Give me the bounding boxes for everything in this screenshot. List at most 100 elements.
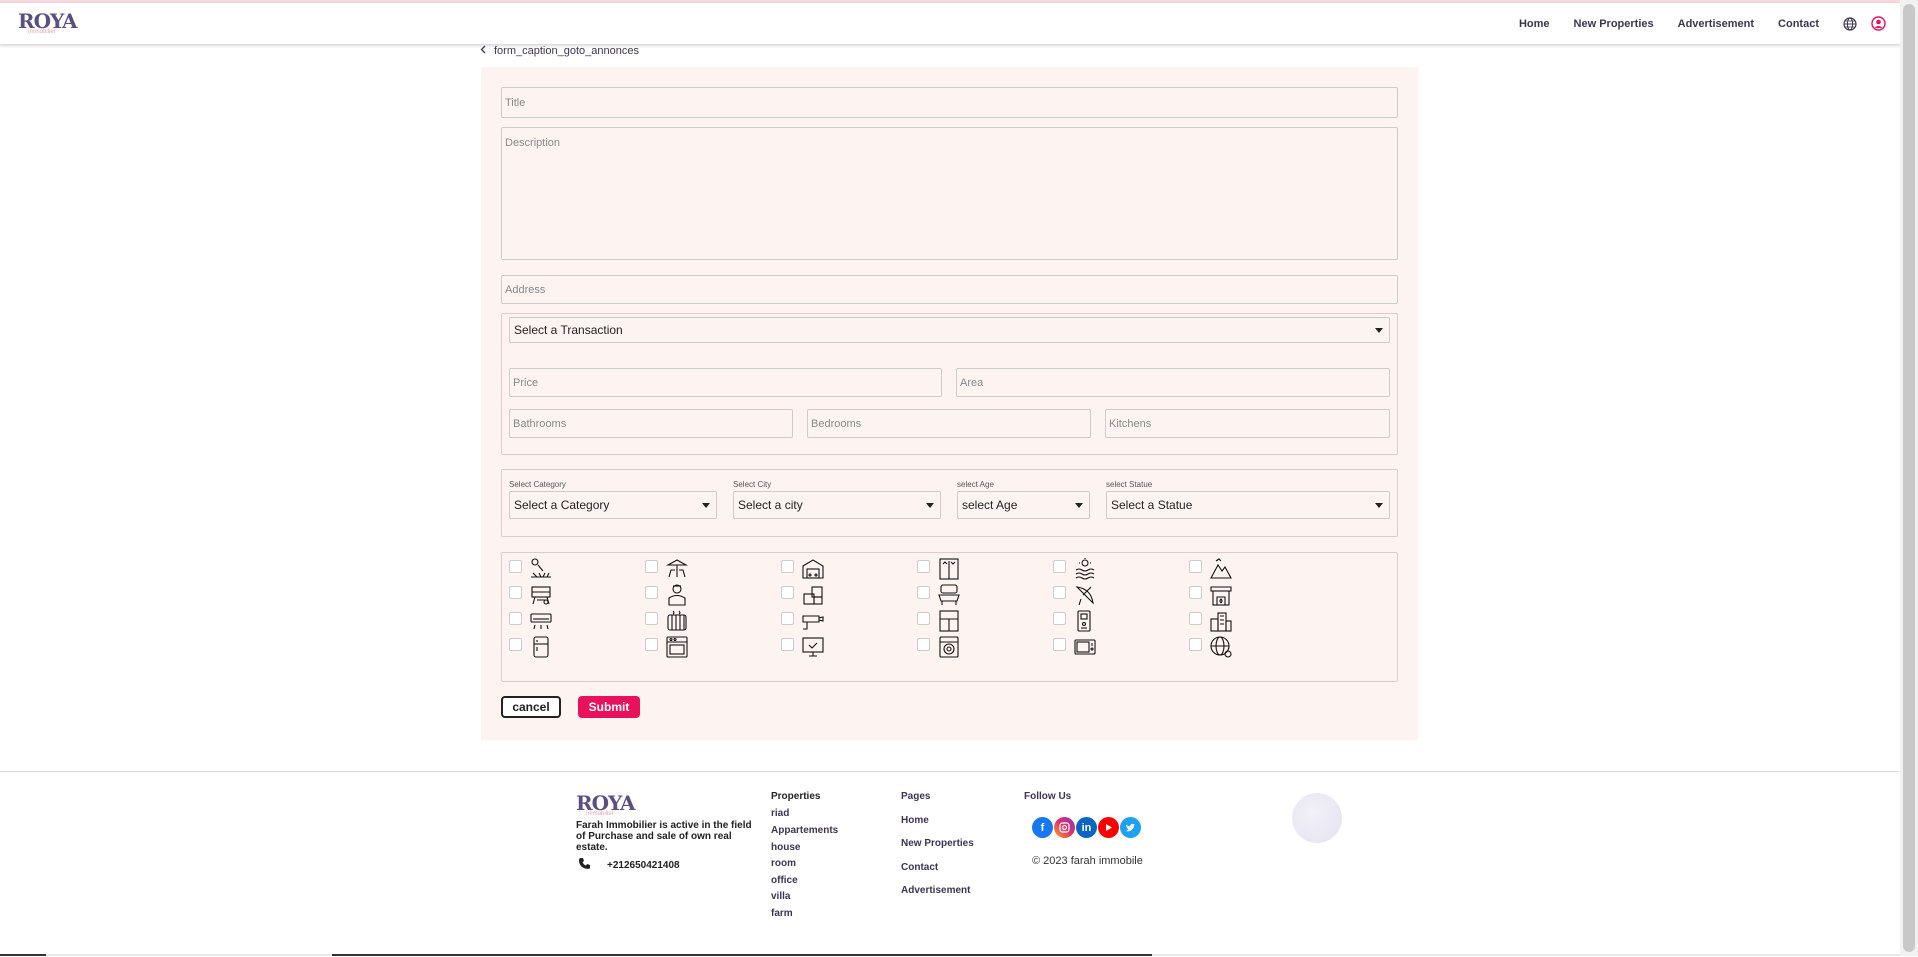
amenity-option[interactable] — [781, 557, 825, 586]
amenity-option[interactable] — [645, 609, 689, 638]
site-logo[interactable]: ROYA Immobilier — [18, 9, 78, 35]
logo-subtext: Immobilier — [28, 29, 56, 35]
globe-icon[interactable] — [1843, 16, 1857, 31]
amenity-option[interactable] — [781, 635, 825, 664]
category-select[interactable]: Select a Category — [509, 491, 717, 519]
amenity-checkbox[interactable] — [645, 638, 658, 651]
amenity-checkbox[interactable] — [645, 612, 658, 625]
address-input[interactable]: Address — [501, 275, 1398, 304]
amenity-option[interactable] — [1189, 635, 1233, 664]
amenity-option[interactable] — [1189, 609, 1233, 638]
amenity-checkbox[interactable] — [509, 560, 522, 573]
amenity-checkbox[interactable] — [1189, 612, 1202, 625]
transaction-select[interactable]: Select a Transaction — [509, 317, 1390, 343]
amenity-option[interactable] — [645, 635, 689, 664]
footer-property-link[interactable]: riad — [771, 808, 789, 819]
amenity-option[interactable] — [917, 635, 961, 664]
price-input[interactable]: Price — [509, 368, 942, 397]
amenity-checkbox[interactable] — [645, 586, 658, 599]
amenity-checkbox[interactable] — [781, 560, 794, 573]
amenity-checkbox[interactable] — [509, 612, 522, 625]
amenity-checkbox[interactable] — [509, 638, 522, 651]
footer-page-link[interactable]: Contact — [901, 862, 938, 873]
bathrooms-input[interactable]: Bathrooms — [509, 409, 793, 438]
amenity-option[interactable] — [1053, 583, 1097, 612]
area-input[interactable]: Area — [956, 368, 1390, 397]
nav-new-properties[interactable]: New Properties — [1574, 18, 1654, 30]
title-input[interactable]: Title — [501, 87, 1398, 118]
security-camera-icon — [801, 609, 825, 638]
page-scrollbar[interactable] — [1900, 0, 1918, 956]
footer-property-link[interactable]: villa — [771, 891, 790, 902]
amenity-checkbox[interactable] — [1053, 586, 1066, 599]
amenity-option[interactable] — [1053, 609, 1097, 638]
amenity-checkbox[interactable] — [917, 638, 930, 651]
description-textarea[interactable]: Description — [501, 127, 1398, 260]
footer-page-link[interactable]: Advertisement — [901, 885, 970, 896]
amenity-checkbox[interactable] — [917, 612, 930, 625]
amenity-option[interactable] — [917, 557, 961, 586]
nav-advertisement[interactable]: Advertisement — [1678, 18, 1754, 30]
footer-phone[interactable]: +212650421408 — [578, 857, 680, 873]
amenity-checkbox[interactable] — [781, 586, 794, 599]
category-select-value: Select a Category — [514, 498, 610, 512]
footer-property-link[interactable]: office — [771, 875, 798, 886]
amenity-option[interactable] — [781, 609, 825, 638]
amenity-checkbox[interactable] — [1189, 586, 1202, 599]
amenity-checkbox[interactable] — [509, 586, 522, 599]
amenity-option[interactable] — [509, 609, 553, 638]
amenity-option[interactable] — [1189, 583, 1233, 612]
amenity-checkbox[interactable] — [645, 560, 658, 573]
cancel-button[interactable]: cancel — [501, 696, 561, 718]
scrollbar-thumb[interactable] — [1903, 4, 1915, 952]
amenity-checkbox[interactable] — [1053, 638, 1066, 651]
footer-property-link[interactable]: room — [771, 858, 796, 869]
back-link[interactable]: form_caption_goto_annonces — [480, 45, 639, 57]
statue-select[interactable]: Select a Statue — [1106, 491, 1390, 519]
submit-button[interactable]: Submit — [578, 696, 640, 718]
nav-contact[interactable]: Contact — [1778, 18, 1819, 30]
amenity-option[interactable] — [645, 557, 689, 586]
amenity-checkbox[interactable] — [1053, 560, 1066, 573]
city-select[interactable]: Select a city — [733, 491, 941, 519]
amenity-option[interactable] — [917, 583, 961, 612]
amenity-option[interactable] — [781, 583, 825, 612]
kitchens-input[interactable]: Kitchens — [1105, 409, 1390, 438]
amenity-checkbox[interactable] — [1189, 638, 1202, 651]
footer-property-link[interactable]: Appartements — [771, 825, 838, 836]
user-icon[interactable] — [1871, 16, 1886, 31]
footer-properties-heading: Properties — [771, 791, 821, 802]
footer-page-link[interactable]: New Properties — [901, 838, 974, 849]
amenity-checkbox[interactable] — [917, 560, 930, 573]
age-select[interactable]: select Age — [957, 491, 1090, 519]
facebook-icon[interactable]: f — [1032, 817, 1053, 838]
amenity-option[interactable] — [917, 609, 961, 638]
amenity-option[interactable] — [645, 583, 689, 612]
youtube-icon[interactable] — [1098, 817, 1119, 838]
amenity-checkbox[interactable] — [917, 586, 930, 599]
amenity-checkbox[interactable] — [1189, 560, 1202, 573]
linkedin-icon[interactable]: in — [1076, 817, 1097, 838]
amenity-option[interactable] — [509, 557, 553, 586]
footer-property-link[interactable]: house — [771, 842, 800, 853]
terrace-icon — [665, 557, 689, 586]
amenity-checkbox[interactable] — [1053, 612, 1066, 625]
site-footer — [0, 771, 1900, 957]
amenity-option[interactable] — [509, 635, 553, 664]
footer-property-link[interactable]: farm — [771, 908, 793, 919]
amenity-checkbox[interactable] — [781, 638, 794, 651]
statue-select-value: Select a Statue — [1111, 498, 1193, 512]
footer-page-link[interactable]: Home — [901, 815, 929, 826]
floating-decoration — [1292, 793, 1342, 843]
furniture-icon — [937, 583, 961, 612]
amenity-option[interactable] — [1053, 635, 1097, 664]
amenity-option[interactable] — [1053, 557, 1097, 586]
nav-home[interactable]: Home — [1519, 18, 1550, 30]
twitter-icon[interactable] — [1120, 817, 1141, 838]
bedrooms-input[interactable]: Bedrooms — [807, 409, 1091, 438]
amenity-option[interactable] — [1189, 557, 1233, 586]
amenity-option[interactable] — [509, 583, 553, 612]
footer-logo[interactable]: ROYA Immobilier — [576, 791, 636, 817]
amenity-checkbox[interactable] — [781, 612, 794, 625]
instagram-icon[interactable] — [1054, 817, 1075, 838]
